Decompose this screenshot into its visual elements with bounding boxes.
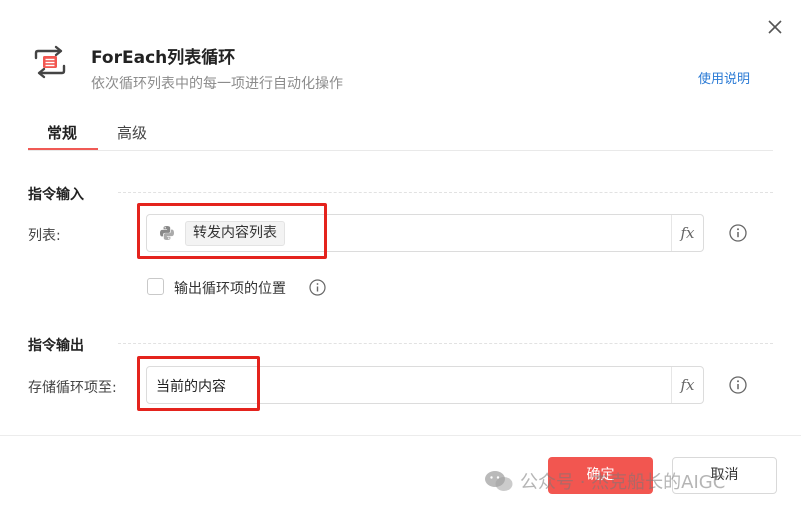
info-icon[interactable] [729,376,747,394]
tab-general[interactable]: 常规 [47,122,77,143]
info-icon[interactable] [309,279,326,296]
close-icon[interactable] [764,16,786,38]
dialog-title: ForEach列表循环 [91,48,236,68]
wechat-icon [484,469,514,498]
tab-advanced[interactable]: 高级 [117,122,147,143]
active-tab-indicator [28,148,98,150]
tab-bar: 常规 高级 [28,118,773,151]
section-divider [118,192,773,193]
output-position-checkbox[interactable] [147,278,164,295]
checkbox-label: 输出循环项的位置 [174,281,286,297]
fx-button[interactable]: fx [671,215,703,251]
highlight-box [137,356,260,411]
footer-divider [0,435,801,436]
output-section-title: 指令输出 [28,338,84,354]
list-field-label: 列表: [28,228,61,244]
input-section-title: 指令输入 [28,187,84,203]
watermark-text: 公众号 · 杰克船长的AIGC [520,472,726,493]
store-field-label: 存储循环项至: [28,380,117,396]
loop-list-icon [30,44,70,80]
help-link[interactable]: 使用说明 [698,68,750,87]
highlight-box [137,203,327,259]
section-divider [118,343,773,344]
dialog-subtitle: 依次循环列表中的每一项进行自动化操作 [91,76,343,92]
info-icon[interactable] [729,224,747,242]
watermark: 公众号 · 杰克船长的AIGC [484,468,725,498]
fx-button[interactable]: fx [671,367,703,403]
foreach-dialog: ForEach列表循环 依次循环列表中的每一项进行自动化操作 使用说明 常规 高… [0,0,801,514]
